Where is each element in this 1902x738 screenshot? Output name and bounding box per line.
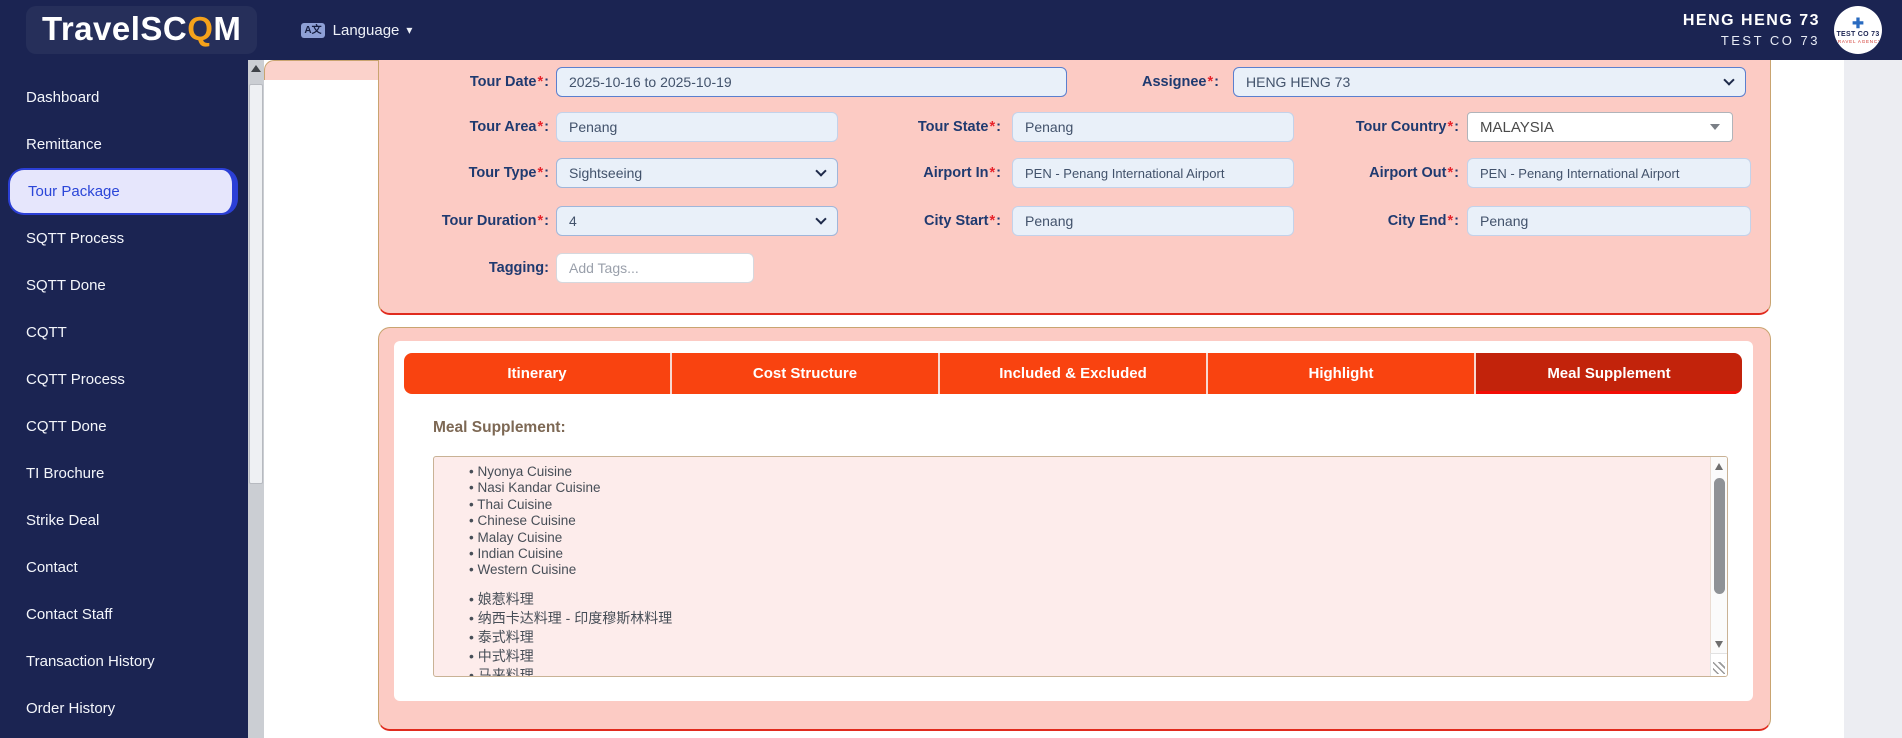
tour-date-input[interactable] — [556, 67, 1067, 97]
meal-item: • 马来料理 — [469, 666, 534, 677]
sidebar-item-remittance[interactable]: Remittance — [0, 121, 248, 168]
sidebar-item-dashboard[interactable]: Dashboard — [0, 74, 248, 121]
language-selector[interactable]: A文 Language ▾ — [301, 22, 412, 39]
language-label: Language — [332, 21, 400, 39]
sidebar-item-sqtt-process[interactable]: SQTT Process — [0, 215, 248, 262]
tab-included-excluded[interactable]: Included & Excluded — [938, 353, 1206, 394]
textarea-scrollbar[interactable] — [1710, 457, 1727, 654]
meal-item: • Nyonya Cuisine — [469, 464, 573, 479]
tab-content-card: Itinerary Cost Structure Included & Excl… — [394, 341, 1753, 701]
tour-state-label: Tour State *: — [917, 119, 1001, 135]
sidebar-item-contact-staff[interactable]: Contact Staff — [0, 591, 248, 638]
avatar-line1: TEST CO 73 — [1836, 30, 1880, 38]
sidebar-item-ti-brochure[interactable]: TI Brochure — [0, 450, 248, 497]
scroll-up-arrow-icon[interactable] — [1715, 463, 1723, 470]
meal-item: • Western Cuisine — [469, 562, 577, 578]
tour-details-panel: Tour Date*: Assignee*: HENG HENG 73 Tour… — [378, 60, 1771, 315]
meal-item: • Thai Cuisine — [469, 496, 553, 512]
user-info[interactable]: HENG HENG 73 TEST CO 73 — [1683, 12, 1820, 48]
city-start-label: City Start *: — [924, 213, 1001, 229]
sidebar-item-tour-package[interactable]: Tour Package — [8, 168, 238, 215]
assignee-select[interactable]: HENG HENG 73 — [1233, 67, 1746, 97]
meal-list-en: • Nyonya Cuisine • Nasi Kandar Cuisine • T… — [469, 464, 1697, 579]
meal-item: • Chinese Cuisine — [469, 513, 576, 529]
meal-item: • 纳西卡达料理 - 印度穆斯林料理 — [469, 609, 673, 626]
tour-type-label: Tour Type *: — [468, 165, 549, 181]
page-right-gutter — [1844, 60, 1902, 738]
meal-item: • Malay Cuisine — [469, 529, 563, 545]
meal-item: • 泰式料理 — [469, 628, 534, 645]
main-content: Tour Date*: Assignee*: HENG HENG 73 Tour… — [264, 60, 1902, 738]
meal-item: • 中式料理 — [469, 647, 534, 664]
tour-area-label: Tour Area *: — [469, 119, 549, 135]
app-logo[interactable]: TravelSCQM — [26, 6, 258, 54]
meal-supplement-heading: Meal Supplement: — [433, 419, 566, 436]
avatar-line2: TRAVEL AGENCY — [1834, 38, 1882, 44]
sidebar-item-order-history[interactable]: Order History — [0, 685, 248, 732]
meal-list-zh: • 娘惹料理 • 纳西卡达料理 - 印度穆斯林料理 • 泰式料理 • 中式料理 • 马来… — [469, 590, 1697, 677]
tagging-label: Tagging: — [488, 260, 549, 276]
tour-country-select[interactable]: MALAYSIA — [1467, 112, 1733, 142]
dropdown-arrow-icon — [1710, 124, 1720, 130]
translate-icon: A文 — [301, 22, 325, 38]
tour-date-label: Tour Date *: — [469, 74, 549, 90]
airport-in-label: Airport In *: — [923, 165, 1001, 181]
sidebar-item-cqtt-done[interactable]: CQTT Done — [0, 403, 248, 450]
sidebar-nav: Dashboard Remittance Tour Package SQTT P… — [0, 60, 248, 738]
tab-bar: Itinerary Cost Structure Included & Excl… — [404, 353, 1742, 394]
tab-highlight[interactable]: Highlight — [1206, 353, 1474, 394]
chevron-down-icon — [1723, 74, 1735, 86]
scroll-down-arrow-icon[interactable] — [1715, 641, 1723, 648]
sidebar-item-transaction-history[interactable]: Transaction History — [0, 638, 248, 685]
agency-logo-icon: ✚ — [1852, 14, 1864, 31]
tab-itinerary[interactable]: Itinerary — [404, 353, 670, 394]
scroll-up-arrow-icon[interactable] — [251, 65, 261, 72]
tour-content-panel: Itinerary Cost Structure Included & Excl… — [378, 327, 1771, 731]
content-scrollbar[interactable] — [248, 60, 264, 738]
sidebar-item-cqtt[interactable]: CQTT — [0, 309, 248, 356]
sidebar-item-strike-deal[interactable]: Strike Deal — [0, 497, 248, 544]
meal-supplement-textarea[interactable]: • Nyonya Cuisine • Nasi Kandar Cuisine • T… — [433, 456, 1728, 677]
user-name: HENG HENG 73 — [1682, 12, 1820, 29]
city-end-input[interactable] — [1467, 206, 1751, 236]
city-end-label: City End *: — [1387, 213, 1459, 229]
tour-duration-label: Tour Duration *: — [441, 213, 549, 229]
assignee-label: Assignee *: — [1142, 74, 1219, 90]
meal-item: • Indian Cuisine — [469, 546, 564, 562]
scrollbar-thumb[interactable] — [1714, 478, 1725, 594]
app-logo-text: TravelSCQM — [42, 10, 242, 47]
tab-cost-structure[interactable]: Cost Structure — [670, 353, 938, 394]
chevron-down-icon: ▾ — [406, 23, 413, 37]
meal-item: • Nasi Kandar Cuisine — [469, 480, 601, 496]
sidebar-item-contact[interactable]: Contact — [0, 544, 248, 591]
user-company: TEST CO 73 — [1720, 33, 1820, 48]
avatar[interactable]: ✚ TEST CO 73 TRAVEL AGENCY — [1834, 6, 1882, 54]
sidebar-item-cqtt-process[interactable]: CQTT Process — [0, 356, 248, 403]
airport-out-input[interactable] — [1467, 158, 1751, 188]
meal-list-gap — [469, 579, 1697, 590]
scrollbar-thumb[interactable] — [249, 84, 263, 484]
top-header: TravelSCQM A文 Language ▾ HENG HENG 73 TE… — [0, 0, 1902, 60]
sidebar-item-sqtt-done[interactable]: SQTT Done — [0, 262, 248, 309]
tour-country-label: Tour Country *: — [1355, 119, 1459, 135]
tab-meal-supplement[interactable]: Meal Supplement — [1474, 353, 1742, 394]
tagging-input[interactable] — [556, 253, 754, 283]
resize-grip[interactable] — [1710, 653, 1727, 676]
meal-item: • 娘惹料理 — [469, 590, 534, 607]
airport-out-label: Airport Out *: — [1369, 165, 1459, 181]
